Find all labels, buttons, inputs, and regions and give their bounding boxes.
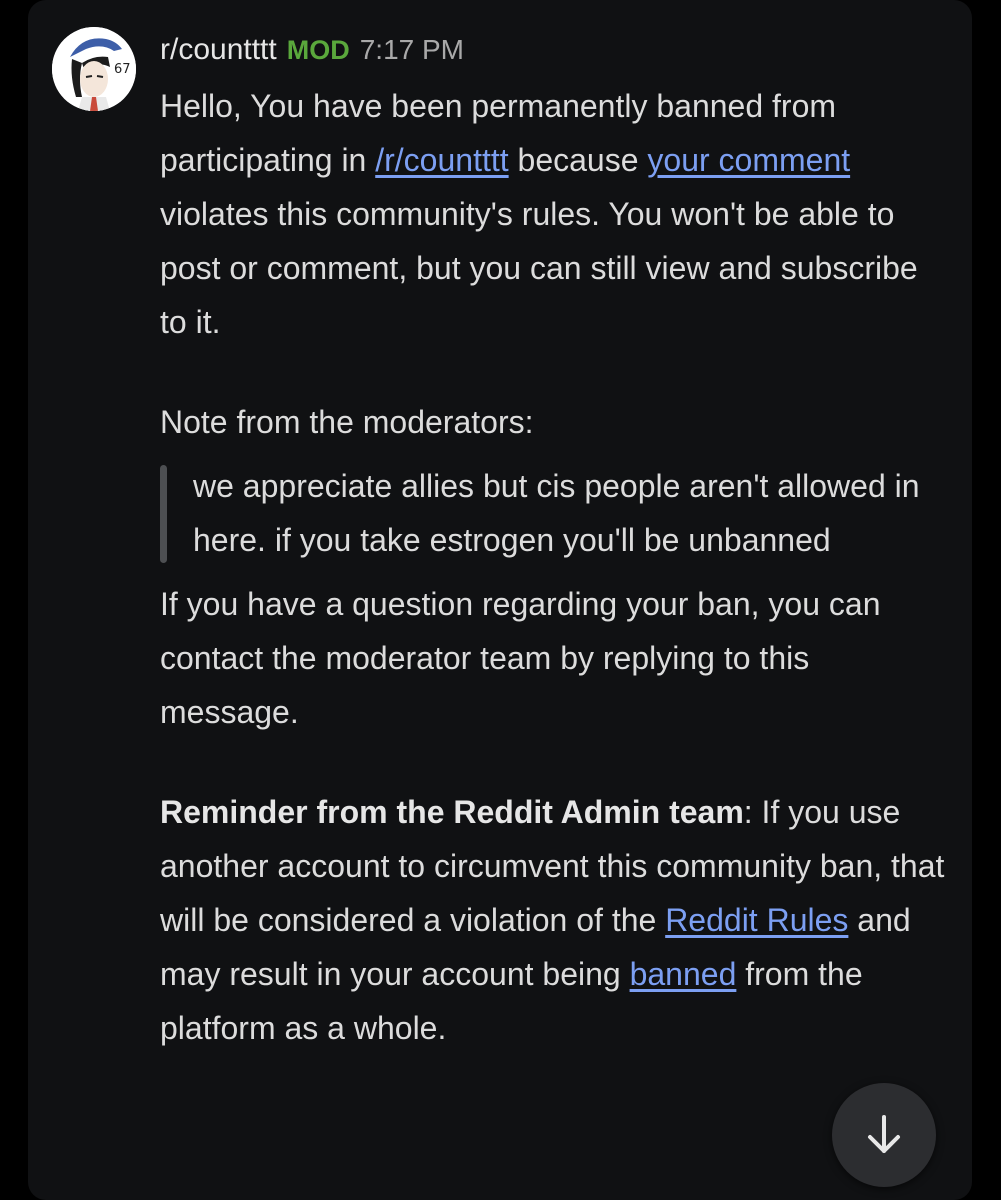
message-header: r/countttt MOD 7:17 PM (160, 33, 464, 73)
anime-character-avatar-icon: 67 (52, 27, 136, 111)
ban-text-part: because (508, 142, 648, 178)
question-paragraph: If you have a question regarding your ba… (160, 586, 881, 730)
mod-badge: MOD (286, 35, 350, 65)
quote-text: we appreciate allies but cis people aren… (193, 468, 920, 558)
ban-text-part: violates this community's rules. You won… (160, 196, 918, 340)
reddit-rules-link[interactable]: Reddit Rules (665, 902, 848, 938)
subreddit-link[interactable]: /r/countttt (375, 142, 508, 178)
subreddit-avatar[interactable]: 67 (52, 27, 136, 111)
subreddit-name[interactable]: r/countttt (160, 33, 277, 67)
arrow-down-icon (868, 1115, 900, 1153)
message-timestamp: 7:17 PM (359, 34, 464, 65)
avatar-number-text: 67 (114, 62, 131, 77)
moderator-note-quote: we appreciate allies but cis people aren… (160, 459, 933, 567)
your-comment-link[interactable]: your comment (647, 142, 850, 178)
quote-bar (160, 465, 167, 563)
reminder-heading: Reminder from the Reddit Admin team (160, 794, 744, 830)
reminder-paragraph: Reminder from the Reddit Admin team: If … (160, 785, 950, 1055)
scroll-to-bottom-button[interactable] (832, 1083, 936, 1187)
ban-paragraph: Hello, You have been permanently banned … (160, 79, 950, 349)
message-body: Hello, You have been permanently banned … (160, 79, 950, 1055)
note-heading: Note from the moderators: (160, 404, 534, 440)
banned-link[interactable]: banned (630, 956, 737, 992)
